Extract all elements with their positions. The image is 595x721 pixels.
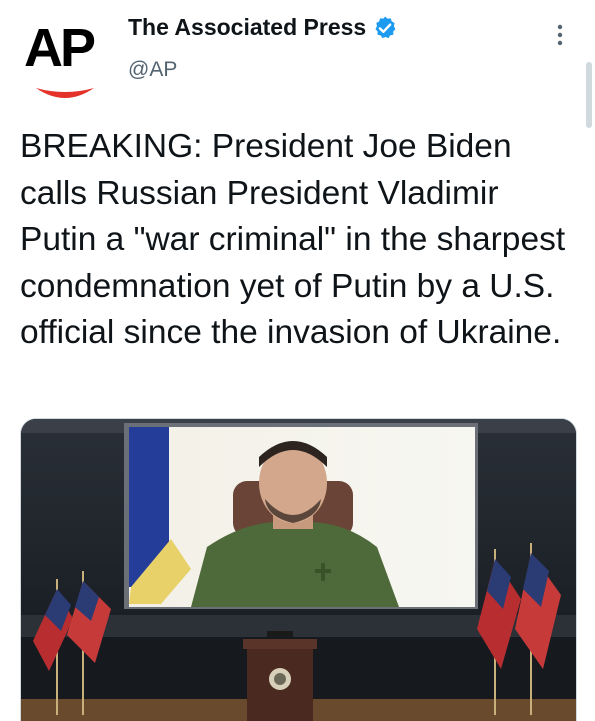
tweet-header: AP The Associated Press @AP <box>0 0 595 128</box>
tweet-media-image[interactable] <box>20 418 577 721</box>
verified-badge-icon <box>375 16 396 38</box>
author-handle[interactable]: @AP <box>128 58 177 82</box>
more-vertical-icon[interactable] <box>553 22 567 48</box>
tweet-text: BREAKING: President Joe Biden calls Russ… <box>20 128 566 351</box>
author-name-row[interactable]: The Associated Press <box>128 14 398 41</box>
author-display-name[interactable]: The Associated Press <box>128 14 366 41</box>
ap-avatar[interactable]: AP <box>20 16 110 100</box>
ap-logo-text: AP <box>24 18 96 78</box>
scrollbar[interactable] <box>586 62 592 128</box>
media-photo <box>21 419 576 721</box>
ap-smile-icon <box>36 88 94 98</box>
